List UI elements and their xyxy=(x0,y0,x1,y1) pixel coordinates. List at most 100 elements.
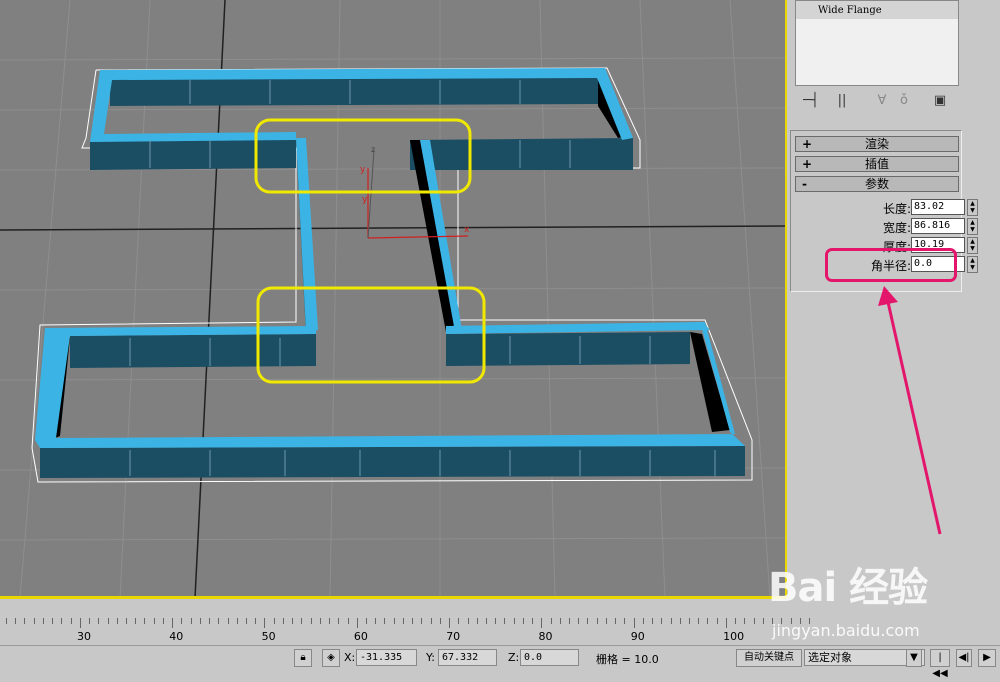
ruler-label: 70 xyxy=(446,630,461,643)
ruler-tick xyxy=(522,618,524,624)
ruler-tick xyxy=(61,618,63,624)
param-width-spinner[interactable]: ▲ ▼ xyxy=(967,218,978,235)
ruler-tick xyxy=(245,618,247,624)
rollout-parameters[interactable]: - 参数 xyxy=(795,176,959,192)
ruler-tick xyxy=(79,618,81,628)
x-coord-field[interactable]: -31.335 xyxy=(356,649,417,666)
param-length-field[interactable]: 83.02 xyxy=(911,199,965,215)
chevron-down-icon[interactable]: ▼ xyxy=(906,649,922,667)
param-width: 宽度: 86.816 ▲ ▼ xyxy=(817,218,978,235)
ruler-tick xyxy=(255,618,257,624)
remove-modifier-icon[interactable]: ǒ xyxy=(895,90,913,110)
ruler-tick xyxy=(116,618,118,624)
ruler-tick xyxy=(329,618,331,624)
configure-modifier-sets-icon[interactable]: ▣ xyxy=(929,90,951,110)
show-end-result-icon[interactable]: || xyxy=(833,90,851,110)
ruler-tick xyxy=(98,618,100,624)
ruler-tick xyxy=(809,618,810,624)
rollout-render[interactable]: + 渲染 xyxy=(795,136,959,152)
ruler-tick xyxy=(495,618,497,624)
previous-frame-icon[interactable]: ◀| xyxy=(956,649,972,667)
ruler-tick xyxy=(762,618,764,624)
ruler-label: 60 xyxy=(353,630,368,643)
rollout-interpolation-label: 插值 xyxy=(864,157,889,171)
ruler-tick xyxy=(744,618,746,624)
ruler-tick xyxy=(707,618,709,624)
command-panel: Wide Flange ─┤ || ∀ ǒ ▣ + 渲染 + 插值 - 参数 长… xyxy=(787,0,1000,645)
ruler-tick xyxy=(670,618,672,624)
ruler-tick xyxy=(227,618,229,624)
ruler-tick xyxy=(615,618,617,624)
ruler-label: 50 xyxy=(261,630,276,643)
ruler-tick xyxy=(218,618,220,624)
ruler-tick xyxy=(209,618,211,624)
rollout-interpolation[interactable]: + 插值 xyxy=(795,156,959,172)
param-thickness-spinner[interactable]: ▲ ▼ xyxy=(967,237,978,254)
ruler-label: 40 xyxy=(169,630,184,643)
modifier-stack-item[interactable]: Wide Flange xyxy=(796,1,958,19)
ruler-tick xyxy=(799,618,801,624)
param-width-label: 宽度: xyxy=(882,221,911,235)
play-icon[interactable]: ▶ xyxy=(978,649,996,667)
param-width-field[interactable]: 86.816 xyxy=(911,218,965,234)
ruler-tick xyxy=(449,618,451,628)
axis-label-x: x xyxy=(464,225,470,235)
z-coord-field[interactable]: 0.0 xyxy=(520,649,579,666)
axis-label-z: z xyxy=(371,145,375,154)
param-length: 长度: 83.02 ▲ ▼ xyxy=(817,199,978,216)
ruler-tick xyxy=(569,618,571,624)
ruler-tick xyxy=(587,618,589,624)
ruler-tick xyxy=(725,618,727,628)
y-coord-field[interactable]: 67.332 xyxy=(438,649,497,666)
wide-flange-shape[interactable] xyxy=(35,68,745,478)
ruler-tick xyxy=(642,618,644,624)
ruler-tick xyxy=(550,618,552,624)
ruler-tick xyxy=(282,618,284,624)
ruler-tick xyxy=(559,618,561,624)
ruler-tick xyxy=(698,618,700,624)
ruler-tick xyxy=(153,618,155,624)
viewport-scene: y z y x xyxy=(0,0,785,598)
ruler-tick xyxy=(384,618,386,624)
ruler-tick xyxy=(338,618,340,624)
make-unique-icon[interactable]: ∀ xyxy=(873,90,891,110)
absolute-mode-icon[interactable]: ◈ xyxy=(322,649,340,667)
ruler-tick xyxy=(735,618,737,624)
ruler-tick xyxy=(125,618,127,624)
go-to-start-icon[interactable]: |◀◀ xyxy=(930,649,950,679)
ruler-tick xyxy=(485,618,487,624)
ruler-tick xyxy=(439,618,441,624)
ruler-tick xyxy=(365,618,367,624)
timeline-ruler[interactable]: 30 40 50 60 70 80 90 100 xyxy=(0,600,810,645)
ruler-tick xyxy=(633,618,635,628)
grid-size-readout: 栅格 = 10.0 xyxy=(596,653,659,666)
ruler-tick xyxy=(393,618,395,624)
ruler-tick xyxy=(356,618,358,628)
perspective-viewport[interactable]: y z y x xyxy=(0,0,787,598)
ruler-label: 30 xyxy=(77,630,91,643)
ruler-tick xyxy=(6,618,7,624)
ruler-tick xyxy=(412,618,414,624)
pin-stack-icon[interactable]: ─┤ xyxy=(799,90,823,110)
ruler-tick xyxy=(513,618,515,624)
lock-icon[interactable]: 🔒︎ xyxy=(294,649,312,667)
ruler-tick xyxy=(24,618,26,624)
ruler-tick xyxy=(421,618,423,624)
param-length-spinner[interactable]: ▲ ▼ xyxy=(967,199,978,216)
ruler-tick xyxy=(790,618,792,624)
ruler-tick xyxy=(541,618,543,628)
ruler-tick xyxy=(402,618,404,624)
param-corner-radius-spinner[interactable]: ▲ ▼ xyxy=(967,256,978,273)
selection-bounding-outline xyxy=(31,67,753,483)
ruler-tick xyxy=(273,618,275,624)
ruler-tick xyxy=(753,618,755,624)
ruler-tick xyxy=(144,618,146,624)
auto-key-button[interactable]: 自动关键点 xyxy=(736,649,802,667)
ruler-tick xyxy=(430,618,432,624)
ruler-tick xyxy=(42,618,44,624)
modifier-stack-list[interactable]: Wide Flange xyxy=(795,0,959,86)
ruler-tick xyxy=(476,618,478,624)
ruler-tick xyxy=(264,618,266,628)
y-coord-label: Y: xyxy=(426,651,435,664)
viewport-active-border xyxy=(0,596,787,599)
